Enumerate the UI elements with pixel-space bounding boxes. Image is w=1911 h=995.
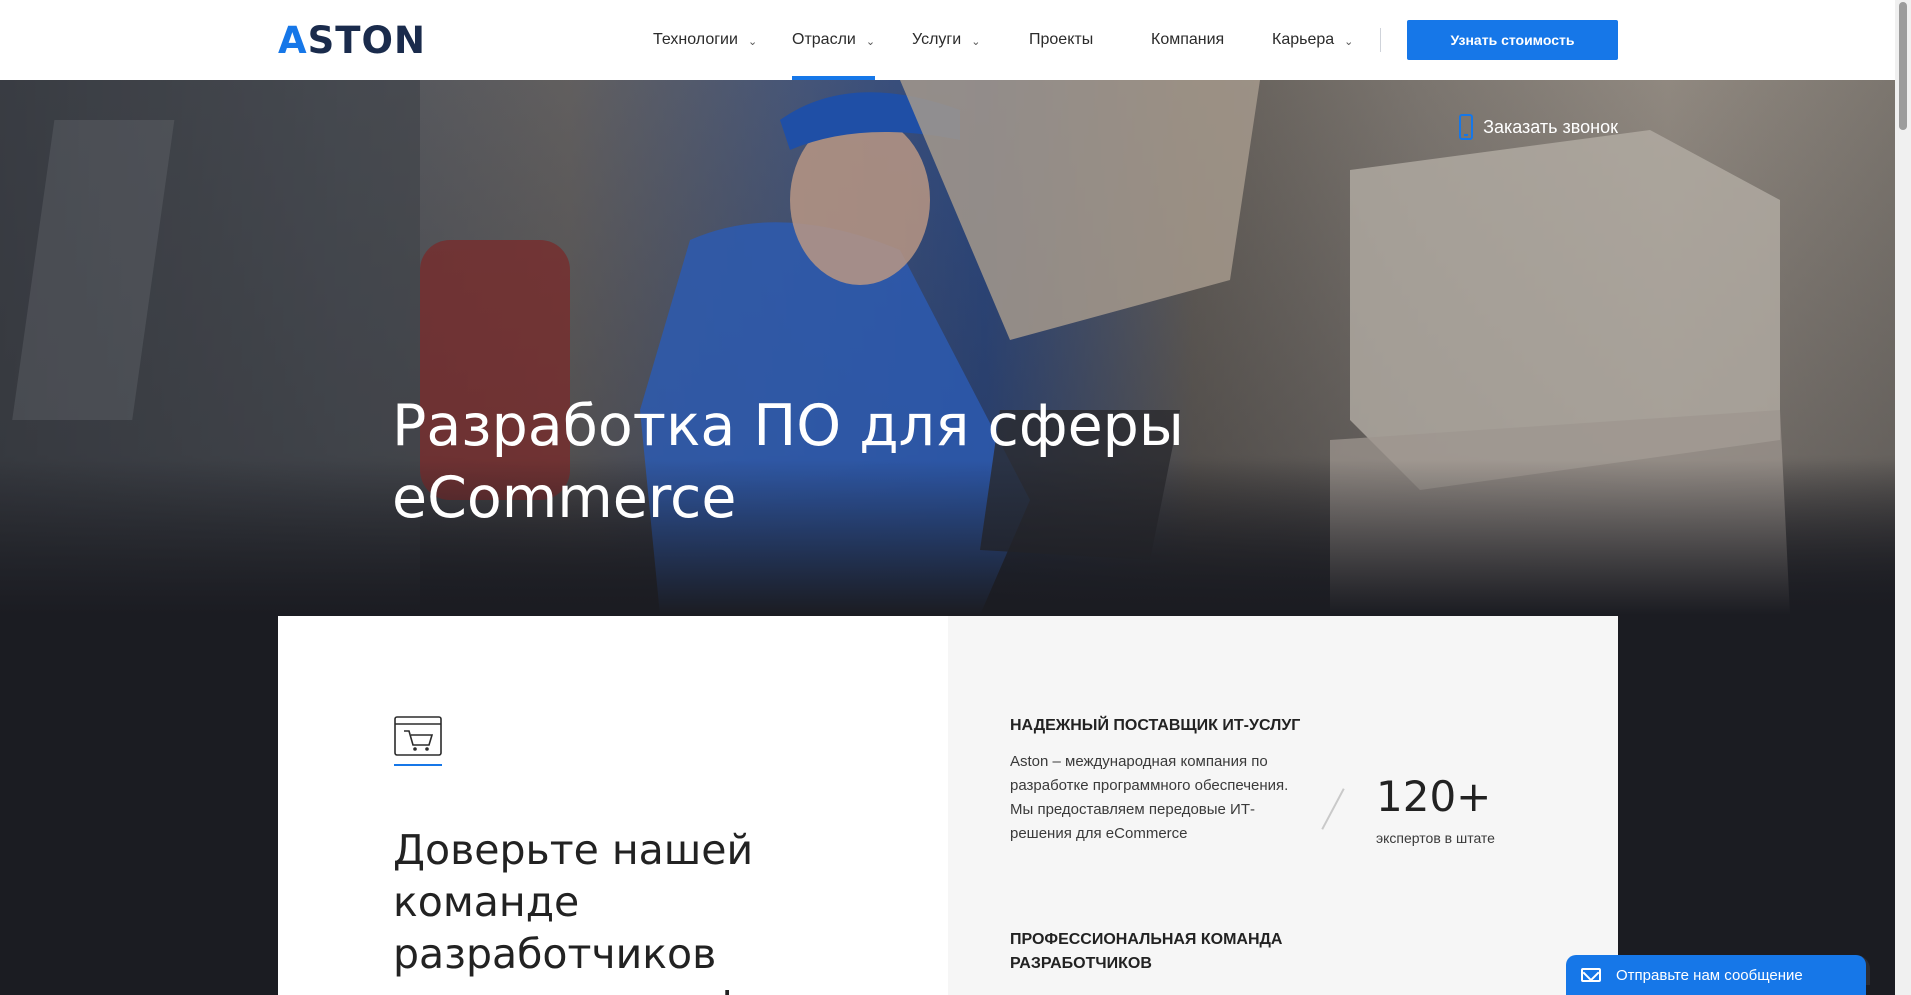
send-message-widget[interactable]: Отправьте нам сообщение [1566, 955, 1866, 995]
nav-item-label: Технологии [653, 31, 738, 48]
shopping-cart-icon [394, 716, 442, 756]
scrollbar-thumb[interactable] [1899, 2, 1907, 130]
nav-item-label: Компания [1151, 31, 1225, 48]
envelope-icon [1581, 968, 1601, 982]
chevron-down-icon: ⌄ [865, 35, 876, 48]
nav-item-label: Проекты [1029, 31, 1094, 48]
stat-label: экспертов в штате [1376, 830, 1495, 846]
page-title: Разработка ПО для сферы eCommerce [392, 393, 1184, 531]
nav-item-label: Отрасли [792, 31, 856, 48]
feature-title: НАДЕЖНЫЙ ПОСТАВЩИК ИТ-УСЛУГ [1010, 717, 1301, 734]
divider-slash [1321, 788, 1345, 830]
intro-heading: Доверьте нашей команде разработчиков соз… [393, 826, 872, 995]
nav-item-career[interactable]: Карьера ⌄ [1272, 0, 1353, 80]
request-call-label: Заказать звонок [1483, 116, 1618, 137]
request-call-link[interactable]: Заказать звонок [1459, 114, 1618, 140]
page-scrollbar[interactable] [1895, 0, 1911, 995]
feature-text: Aston – международная компания по разраб… [1010, 753, 1289, 842]
nav-item-industries[interactable]: Отрасли ⌄ [792, 0, 876, 80]
site-header: A STON Технологии ⌄ Отрасли ⌄ Услуги ⌄ Пр… [0, 0, 1895, 80]
stat-value: 120+ [1376, 772, 1492, 821]
nav-item-services[interactable]: Услуги ⌄ [912, 0, 980, 80]
send-message-label: Отправьте нам сообщение [1616, 966, 1803, 984]
nav-divider [1380, 28, 1381, 52]
hero-photo [0, 80, 1895, 615]
nav-item-technologies[interactable]: Технологии ⌄ [653, 0, 757, 80]
chevron-down-icon: ⌄ [747, 35, 758, 48]
nav-item-projects[interactable]: Проекты [1029, 0, 1093, 80]
chevron-down-icon: ⌄ [971, 35, 981, 48]
phone-icon [1459, 114, 1474, 140]
chevron-down-icon: ⌄ [1344, 35, 1354, 48]
nav-item-label: Услуги [912, 31, 962, 48]
icon-underline [394, 764, 442, 766]
features-panel: НАДЕЖНЫЙ ПОСТАВЩИК ИТ-УСЛУГ Aston – межд… [948, 616, 1618, 995]
logo-mark: A [278, 18, 308, 62]
intro-card: Доверьте нашей команде разработчиков соз… [278, 616, 948, 995]
nav-item-label: Карьера [1272, 31, 1335, 48]
logo[interactable]: A STON [278, 18, 426, 62]
feature-title: ПРОФЕССИОНАЛЬНАЯ КОМАНДА РАЗРАБОТЧИКОВ [1010, 931, 1283, 972]
hero-section: Заказать звонок Разработка ПО для сферы … [0, 80, 1895, 615]
get-price-button[interactable]: Узнать стоимость [1407, 20, 1618, 60]
nav-item-company[interactable]: Компания [1151, 0, 1224, 80]
